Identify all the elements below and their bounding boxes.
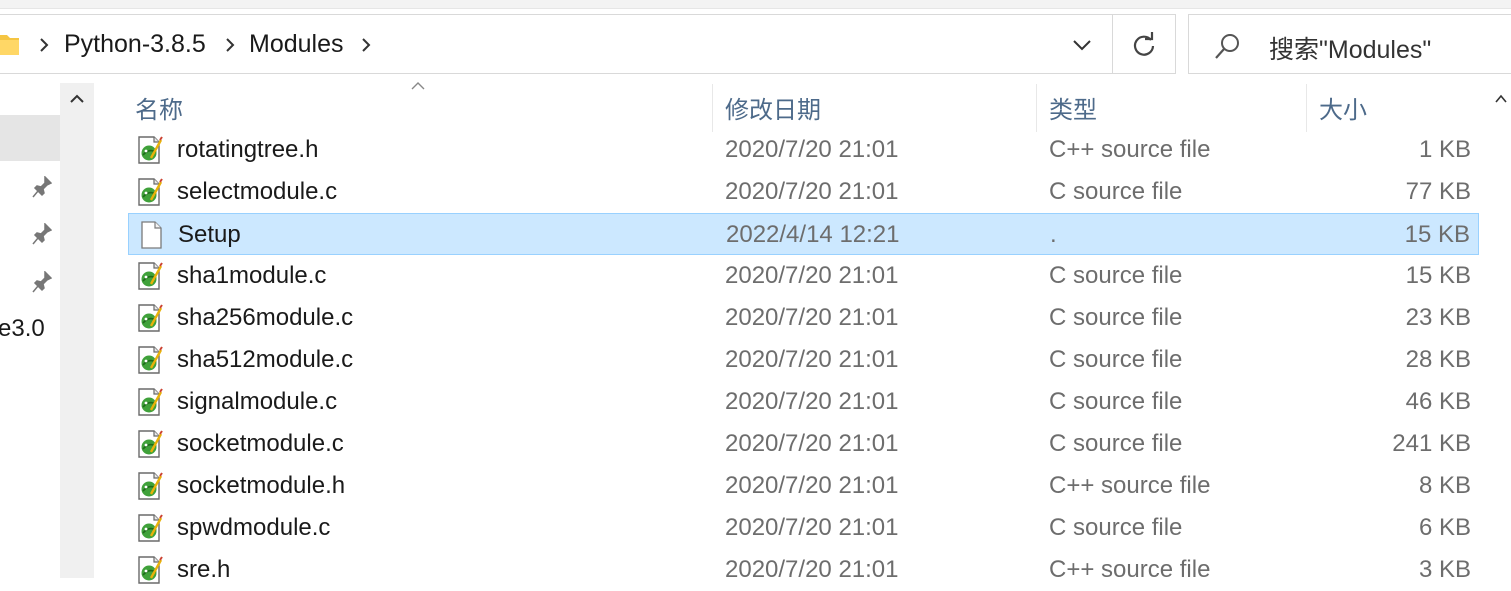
file-type: . [1050, 221, 1057, 248]
file-row[interactable]: selectmodule.c 2020/7/20 21:01 C source fi… [128, 171, 1479, 213]
blank-file-icon [138, 221, 164, 249]
source-file-icon [137, 346, 163, 374]
search-icon [1215, 34, 1239, 59]
address-bar[interactable]: Python-3.8.5 Modules [0, 14, 1113, 74]
file-row[interactable]: sha512module.c 2020/7/20 21:01 C source fi… [128, 339, 1479, 381]
file-type: C++ source file [1049, 136, 1211, 163]
file-type: C source file [1049, 178, 1183, 205]
content-scrollbar[interactable] [1488, 83, 1511, 578]
pin-icon[interactable] [32, 271, 52, 293]
file-date: 2020/7/20 21:01 [725, 178, 899, 205]
breadcrumb-item[interactable]: Modules [249, 30, 344, 59]
nav-item-selected[interactable] [0, 115, 60, 161]
scroll-up-icon[interactable] [68, 93, 86, 105]
file-date: 2020/7/20 21:01 [725, 556, 899, 583]
column-header-date[interactable]: 修改日期 [725, 90, 821, 125]
file-type: C source file [1049, 262, 1183, 289]
column-header-name[interactable]: 名称 [135, 90, 183, 125]
file-size: 15 KB [1405, 262, 1471, 289]
search-box[interactable]: 搜索"Modules" [1188, 14, 1511, 74]
chevron-right-icon[interactable] [223, 37, 237, 53]
file-row[interactable]: sha1module.c 2020/7/20 21:01 C source file… [128, 255, 1479, 297]
column-divider[interactable] [1036, 84, 1037, 132]
file-type: C source file [1049, 514, 1183, 541]
refresh-button[interactable] [1113, 14, 1176, 74]
source-file-icon [137, 472, 163, 500]
scroll-up-icon[interactable] [1494, 93, 1508, 105]
column-divider[interactable] [1306, 84, 1307, 132]
source-file-icon [137, 136, 163, 164]
file-type: C source file [1049, 388, 1183, 415]
file-date: 2020/7/20 21:01 [725, 514, 899, 541]
source-file-icon [137, 514, 163, 542]
file-row[interactable]: Setup 2022/4/14 12:21. 15 KB [128, 213, 1479, 255]
file-size: 77 KB [1405, 178, 1471, 205]
file-date: 2020/7/20 21:01 [725, 136, 899, 163]
sort-ascending-icon [411, 82, 425, 90]
file-date: 2020/7/20 21:01 [725, 346, 899, 373]
file-size: 28 KB [1405, 346, 1471, 373]
folder-icon [0, 35, 19, 55]
file-type: C++ source file [1049, 472, 1211, 499]
window-top-strip [0, 0, 1511, 9]
file-date: 2020/7/20 21:01 [725, 304, 899, 331]
nav-scrollbar[interactable] [60, 83, 94, 578]
file-name: sha256module.c [177, 304, 354, 331]
pin-icon[interactable] [32, 223, 52, 245]
source-file-icon [137, 388, 163, 416]
file-type: C source file [1049, 304, 1183, 331]
file-name: spwdmodule.c [177, 514, 331, 541]
search-placeholder: 搜索"Modules" [1269, 36, 1432, 64]
file-row[interactable]: socketmodule.c 2020/7/20 21:01 C source fi… [128, 423, 1479, 465]
file-date: 2020/7/20 21:01 [725, 472, 899, 499]
file-size: 46 KB [1405, 388, 1471, 415]
file-size: 1 KB [1418, 136, 1471, 163]
source-file-icon [137, 178, 163, 206]
file-size: 3 KB [1418, 556, 1471, 583]
file-row[interactable]: spwdmodule.c 2020/7/20 21:01 C source file… [128, 507, 1479, 549]
file-date: 2020/7/20 21:01 [725, 262, 899, 289]
refresh-icon [1133, 32, 1155, 56]
file-name: Setup [178, 221, 241, 248]
column-header-type[interactable]: 类型 [1049, 90, 1097, 125]
chevron-right-icon[interactable] [37, 37, 51, 53]
file-size: 23 KB [1405, 304, 1471, 331]
column-header-size[interactable]: 大小 [1319, 90, 1367, 125]
file-size: 6 KB [1418, 514, 1471, 541]
chevron-right-icon[interactable] [359, 37, 373, 53]
file-name: socketmodule.c [177, 430, 344, 457]
file-date: 2022/4/14 12:21 [726, 221, 900, 248]
file-size: 15 KB [1404, 221, 1470, 248]
file-type: C source file [1049, 346, 1183, 373]
source-file-icon [137, 430, 163, 458]
file-name: signalmodule.c [177, 388, 338, 415]
file-date: 2020/7/20 21:01 [725, 388, 899, 415]
file-row[interactable]: sre.h 2020/7/20 21:01 C++ source file 3 KB [128, 549, 1479, 591]
file-name: sha1module.c [177, 262, 327, 289]
file-date: 2020/7/20 21:01 [725, 430, 899, 457]
file-size: 8 KB [1418, 472, 1471, 499]
file-name: socketmodule.h [177, 472, 346, 499]
pin-icon[interactable] [32, 176, 52, 198]
source-file-icon [137, 556, 163, 584]
file-row[interactable]: socketmodule.h 2020/7/20 21:01 C++ source … [128, 465, 1479, 507]
file-row[interactable]: signalmodule.c 2020/7/20 21:01 C source fi… [128, 381, 1479, 423]
file-type: C++ source file [1049, 556, 1211, 583]
file-row[interactable]: rotatingtree.h 2020/7/20 21:01 C++ source … [128, 129, 1479, 171]
file-name: sha512module.c [177, 346, 354, 373]
nav-item-label[interactable]: e3.0 [0, 315, 45, 343]
file-size: 241 KB [1392, 430, 1471, 457]
file-name: rotatingtree.h [177, 136, 319, 163]
breadcrumb-item[interactable]: Python-3.8.5 [64, 30, 206, 59]
source-file-icon [137, 304, 163, 332]
source-file-icon [137, 262, 163, 290]
file-row[interactable]: sha256module.c 2020/7/20 21:01 C source fi… [128, 297, 1479, 339]
file-type: C source file [1049, 430, 1183, 457]
column-divider[interactable] [712, 84, 713, 132]
chevron-down-icon[interactable] [1071, 37, 1093, 53]
file-name: sre.h [177, 556, 231, 583]
navigation-pane[interactable]: e3.0 [0, 83, 60, 578]
file-name: selectmodule.c [177, 178, 338, 205]
